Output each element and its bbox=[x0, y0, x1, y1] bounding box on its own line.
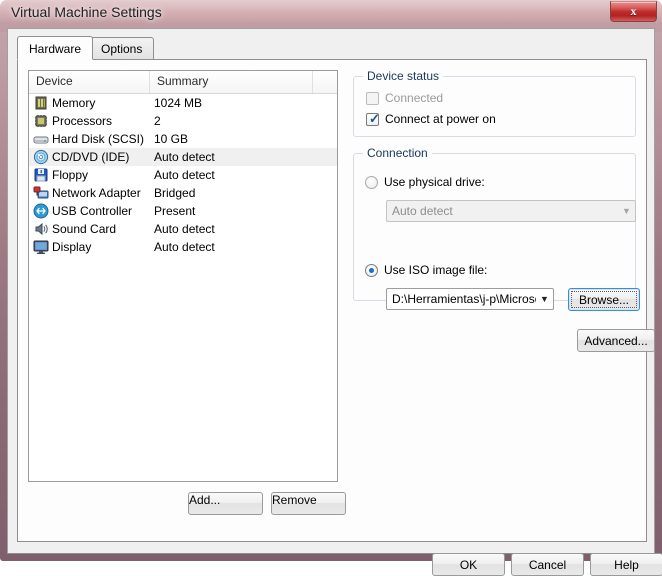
device-row-memory[interactable]: Memory 1024 MB bbox=[29, 94, 337, 112]
radio-dot-icon bbox=[369, 267, 374, 273]
chevron-down-icon[interactable]: ▼ bbox=[536, 289, 553, 309]
device-summary: 1024 MB bbox=[154, 96, 203, 110]
connect-at-power-on-label: Connect at power on bbox=[385, 112, 496, 126]
iso-path-dropdown[interactable]: D:\Herramientas\j-p\Microsoft' ▼ bbox=[386, 288, 554, 310]
help-button[interactable]: Help bbox=[590, 553, 662, 576]
tab-hardware-label: Hardware bbox=[29, 42, 82, 56]
window-title: Virtual Machine Settings bbox=[11, 4, 162, 20]
network-adapter-icon bbox=[33, 185, 49, 201]
device-status-group: Device status Connected ✓ Connect at pow… bbox=[353, 69, 636, 137]
device-summary: 2 bbox=[154, 114, 161, 128]
connection-title: Connection bbox=[363, 146, 432, 160]
use-iso-image-row[interactable]: Use ISO image file: bbox=[365, 263, 487, 277]
device-name: Floppy bbox=[52, 168, 89, 182]
connect-at-power-on-checkbox[interactable]: ✓ bbox=[366, 110, 380, 126]
device-list[interactable]: Device Summary Memory 1024 MB Processors 2 H… bbox=[28, 70, 338, 482]
use-physical-drive-label: Use physical drive: bbox=[384, 175, 485, 189]
connect-at-power-on-row[interactable]: ✓ Connect at power on bbox=[366, 112, 496, 126]
device-rows-container: Memory 1024 MB Processors 2 Hard Disk (SCSI)… bbox=[29, 94, 337, 256]
chevron-down-icon: ▼ bbox=[622, 206, 631, 216]
device-status-title: Device status bbox=[363, 69, 444, 83]
tab-hardware[interactable]: Hardware bbox=[17, 36, 94, 60]
column-header-spare[interactable] bbox=[313, 71, 337, 93]
device-summary: Bridged bbox=[154, 186, 196, 200]
connected-checkbox-row: Connected bbox=[366, 91, 443, 105]
add-device-label: Add... bbox=[189, 493, 221, 507]
device-summary: 10 GB bbox=[154, 132, 189, 146]
display-icon bbox=[33, 239, 49, 255]
sound-card-icon bbox=[33, 221, 49, 237]
device-name: Network Adapter bbox=[52, 186, 141, 200]
device-name: CD/DVD (IDE) bbox=[52, 150, 130, 164]
device-summary: Present bbox=[154, 204, 196, 218]
close-button[interactable]: x bbox=[610, 1, 657, 22]
use-iso-image-radio[interactable] bbox=[365, 263, 378, 277]
connected-label: Connected bbox=[385, 91, 444, 105]
device-summary: Auto detect bbox=[154, 150, 215, 164]
device-summary: Auto detect bbox=[154, 240, 215, 254]
close-icon: x bbox=[630, 4, 637, 18]
usb-controller-icon bbox=[33, 203, 49, 219]
column-header-summary[interactable]: Summary bbox=[150, 71, 313, 93]
help-label: Help bbox=[614, 557, 639, 572]
remove-device-button[interactable]: Remove bbox=[271, 492, 346, 515]
device-row-floppy[interactable]: Floppy Auto detect bbox=[29, 166, 337, 184]
advanced-label: Advanced... bbox=[584, 333, 648, 348]
column-header-device[interactable]: Device bbox=[29, 71, 150, 93]
device-name: Memory bbox=[52, 96, 96, 110]
device-row-cd-dvd-ide[interactable]: CD/DVD (IDE) Auto detect bbox=[29, 148, 337, 166]
device-list-header: Device Summary bbox=[29, 71, 337, 94]
device-row-network-adapter[interactable]: Network Adapter Bridged bbox=[29, 184, 337, 202]
focus-ring bbox=[571, 291, 637, 308]
device-name: USB Controller bbox=[52, 204, 133, 218]
add-device-button[interactable]: Add... bbox=[188, 492, 263, 515]
processors-icon bbox=[33, 113, 49, 129]
virtual-machine-settings-window: Virtual Machine Settings x Hardware Opti… bbox=[0, 0, 662, 576]
checkmark-icon: ✓ bbox=[369, 110, 380, 126]
device-row-display[interactable]: Display Auto detect bbox=[29, 238, 337, 256]
use-iso-image-label: Use ISO image file: bbox=[384, 263, 488, 277]
ok-label: OK bbox=[459, 557, 478, 572]
use-physical-drive-radio[interactable] bbox=[365, 175, 378, 189]
device-row-usb-controller[interactable]: USB Controller Present bbox=[29, 202, 337, 220]
device-name: Sound Card bbox=[52, 222, 117, 236]
cancel-button[interactable]: Cancel bbox=[511, 553, 584, 576]
tab-options-label: Options bbox=[101, 42, 143, 56]
hard-disk-icon bbox=[33, 131, 49, 147]
device-name: Hard Disk (SCSI) bbox=[52, 132, 145, 146]
title-bar[interactable]: Virtual Machine Settings x bbox=[0, 0, 662, 28]
memory-icon bbox=[33, 95, 49, 111]
physical-drive-value: Auto detect bbox=[392, 204, 453, 218]
device-row-sound-card[interactable]: Sound Card Auto detect bbox=[29, 220, 337, 238]
advanced-button[interactable]: Advanced... bbox=[577, 329, 655, 352]
device-name: Display bbox=[52, 240, 92, 254]
remove-device-label: Remove bbox=[272, 493, 317, 507]
cancel-label: Cancel bbox=[528, 557, 567, 572]
device-summary: Auto detect bbox=[154, 222, 215, 236]
floppy-icon bbox=[33, 167, 49, 183]
ok-button[interactable]: OK bbox=[432, 553, 505, 576]
device-name: Processors bbox=[52, 114, 113, 128]
iso-path-value[interactable]: D:\Herramientas\j-p\Microsoft' bbox=[387, 292, 536, 306]
device-row-processors[interactable]: Processors 2 bbox=[29, 112, 337, 130]
physical-drive-dropdown: Auto detect ▼ bbox=[386, 200, 636, 222]
cd-dvd-icon bbox=[33, 149, 49, 165]
browse-button[interactable]: Browse... bbox=[568, 288, 640, 311]
device-summary: Auto detect bbox=[154, 168, 215, 182]
tab-options[interactable]: Options bbox=[89, 37, 155, 60]
use-physical-drive-row[interactable]: Use physical drive: bbox=[365, 175, 485, 189]
hardware-tab-panel: Device Summary Memory 1024 MB Processors 2 H… bbox=[17, 59, 655, 542]
tab-strip: Hardware Options bbox=[17, 36, 637, 60]
device-row-hard-disk-scsi[interactable]: Hard Disk (SCSI) 10 GB bbox=[29, 130, 337, 148]
dialog-client-area: Hardware Options Device Summary Memory 10… bbox=[7, 28, 662, 576]
connected-checkbox bbox=[366, 91, 379, 105]
